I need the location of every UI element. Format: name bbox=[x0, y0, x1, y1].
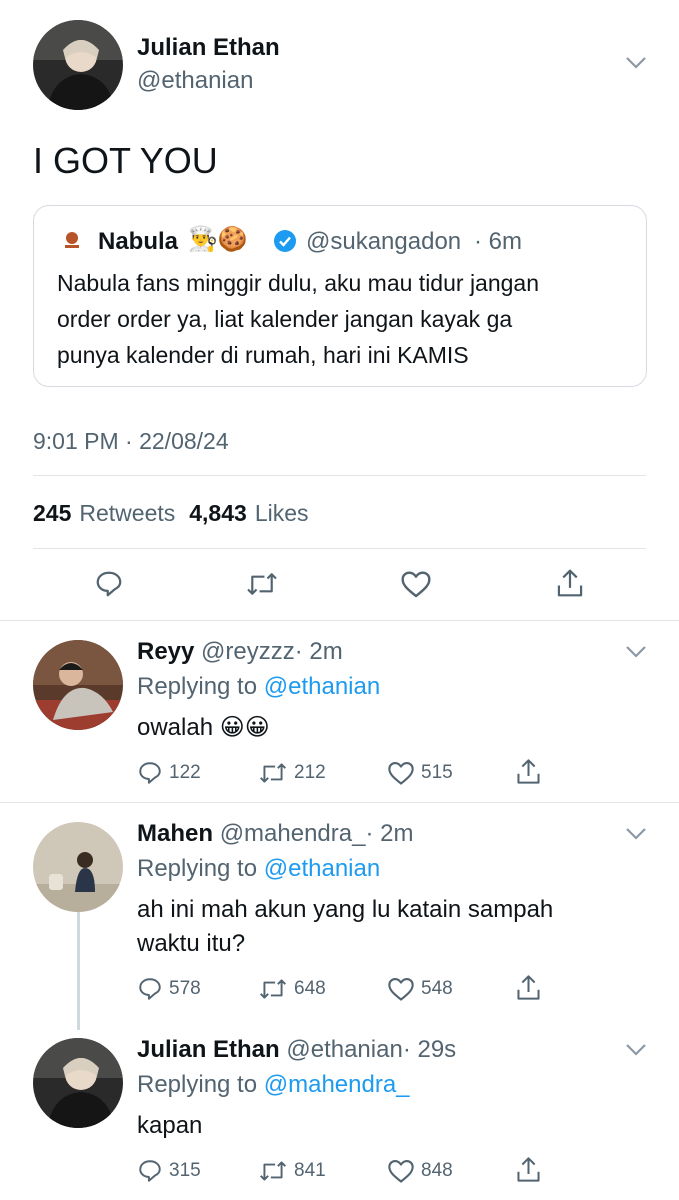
quote-author-name[interactable]: Nabula bbox=[98, 228, 178, 256]
quote-author-handle[interactable]: @sukangadon bbox=[306, 228, 461, 256]
reply-text: kapan bbox=[137, 1112, 203, 1139]
like-count: 848 bbox=[421, 1160, 453, 1181]
quote-text-line: punya kalender di rumah, hari ini KAMIS bbox=[57, 342, 469, 368]
reply-action[interactable]: 122 bbox=[137, 760, 201, 786]
replying-to: Replying to @ethanian bbox=[137, 673, 380, 701]
like-action[interactable]: 848 bbox=[387, 1158, 453, 1184]
reply-text: owalah 😀😀 bbox=[137, 714, 270, 741]
reply-author-handle[interactable]: @ethanian bbox=[286, 1036, 402, 1063]
reply-time: · 29s bbox=[402, 1036, 457, 1063]
reply-count: 122 bbox=[169, 762, 201, 783]
reply-text-line: waktu itu? bbox=[137, 930, 246, 957]
retweet-action[interactable]: 212 bbox=[258, 760, 326, 786]
thread-line bbox=[77, 912, 80, 1030]
replying-label: Replying to bbox=[137, 855, 258, 882]
like-action[interactable]: 548 bbox=[387, 976, 453, 1002]
reply-count: 578 bbox=[169, 978, 201, 999]
retweet-count: 648 bbox=[294, 978, 326, 999]
reply-icon[interactable] bbox=[137, 1158, 163, 1184]
replying-to: Replying to @ethanian bbox=[137, 855, 380, 883]
reply-author-name[interactable]: Julian Ethan bbox=[137, 1036, 280, 1063]
retweet-icon[interactable] bbox=[258, 1158, 288, 1184]
reply-header: Reyy @reyzzz· 2m bbox=[137, 638, 343, 666]
retweets-count[interactable]: 245 bbox=[33, 500, 71, 527]
reply-author-name[interactable]: Reyy bbox=[137, 638, 194, 665]
reply-author-handle[interactable]: @mahendra_ bbox=[220, 820, 366, 847]
like-action[interactable]: 515 bbox=[387, 760, 453, 786]
likes-label[interactable]: Likes bbox=[255, 500, 309, 527]
tweet-text: I GOT YOU bbox=[33, 140, 218, 181]
share-icon[interactable] bbox=[515, 757, 542, 786]
retweets-label[interactable]: Retweets bbox=[79, 500, 175, 527]
like-icon[interactable] bbox=[387, 976, 415, 1002]
chevron-down-icon[interactable] bbox=[625, 1043, 647, 1057]
retweet-action[interactable]: 841 bbox=[258, 1158, 326, 1184]
retweet-icon[interactable] bbox=[258, 760, 288, 786]
share-icon[interactable] bbox=[555, 567, 585, 599]
avatar[interactable] bbox=[33, 822, 123, 912]
retweet-icon[interactable] bbox=[245, 569, 279, 599]
quote-time: · 6m bbox=[474, 228, 522, 255]
replying-to: Replying to @mahendra_ bbox=[137, 1071, 410, 1099]
retweet-count: 212 bbox=[294, 762, 326, 783]
like-count: 515 bbox=[421, 762, 453, 783]
divider bbox=[0, 620, 679, 621]
chevron-down-icon[interactable] bbox=[625, 645, 647, 659]
avatar[interactable] bbox=[33, 1038, 123, 1128]
quote-text-line: order order ya, liat kalender jangan kay… bbox=[57, 306, 513, 332]
reply-time: · 2m bbox=[294, 638, 343, 665]
reply-icon[interactable] bbox=[137, 976, 163, 1002]
quote-name-emojis: 👨‍🍳🍪 bbox=[188, 226, 248, 253]
likes-count[interactable]: 4,843 bbox=[189, 500, 247, 527]
reply-icon[interactable] bbox=[137, 760, 163, 786]
reply-header: Mahen @mahendra_· 2m bbox=[137, 820, 413, 848]
reply-icon[interactable] bbox=[94, 569, 124, 599]
like-icon[interactable] bbox=[387, 760, 415, 786]
verified-icon bbox=[273, 229, 297, 253]
chevron-down-icon[interactable] bbox=[625, 56, 647, 70]
replying-label: Replying to bbox=[137, 1071, 258, 1098]
avatar[interactable] bbox=[33, 640, 123, 730]
reply-text-line: ah ini mah akun yang lu katain sampah bbox=[137, 896, 554, 923]
like-icon[interactable] bbox=[400, 569, 432, 599]
reply-time: · 2m bbox=[365, 820, 414, 847]
reply-author-name[interactable]: Mahen bbox=[137, 820, 213, 847]
reply-action[interactable]: 315 bbox=[137, 1158, 201, 1184]
divider bbox=[33, 548, 646, 549]
retweet-count: 841 bbox=[294, 1160, 326, 1181]
quote-text-line: Nabula fans minggir dulu, aku mau tidur … bbox=[57, 270, 540, 296]
divider bbox=[0, 802, 679, 803]
share-icon[interactable] bbox=[515, 1155, 542, 1184]
reply-author-handle[interactable]: @reyzzz bbox=[201, 638, 295, 665]
retweet-icon[interactable] bbox=[258, 976, 288, 1002]
share-icon[interactable] bbox=[515, 973, 542, 1002]
author-name[interactable]: Julian Ethan bbox=[137, 34, 280, 62]
like-icon[interactable] bbox=[387, 1158, 415, 1184]
replying-to-link[interactable]: @ethanian bbox=[264, 673, 380, 700]
chevron-down-icon[interactable] bbox=[625, 827, 647, 841]
reply-count: 315 bbox=[169, 1160, 201, 1181]
quote-avatar[interactable] bbox=[57, 226, 87, 256]
like-count: 548 bbox=[421, 978, 453, 999]
replying-label: Replying to bbox=[137, 673, 258, 700]
tweet-timestamp[interactable]: 9:01 PM · 22/08/24 bbox=[33, 428, 229, 455]
author-handle[interactable]: @ethanian bbox=[137, 67, 253, 95]
retweet-action[interactable]: 648 bbox=[258, 976, 326, 1002]
engagement-stats: 245 Retweets 4,843 Likes bbox=[33, 500, 309, 527]
avatar[interactable] bbox=[33, 20, 123, 110]
reply-action[interactable]: 578 bbox=[137, 976, 201, 1002]
replying-to-link[interactable]: @mahendra_ bbox=[264, 1071, 410, 1098]
reply-header: Julian Ethan @ethanian· 29s bbox=[137, 1036, 456, 1064]
replying-to-link[interactable]: @ethanian bbox=[264, 855, 380, 882]
divider bbox=[33, 475, 646, 476]
